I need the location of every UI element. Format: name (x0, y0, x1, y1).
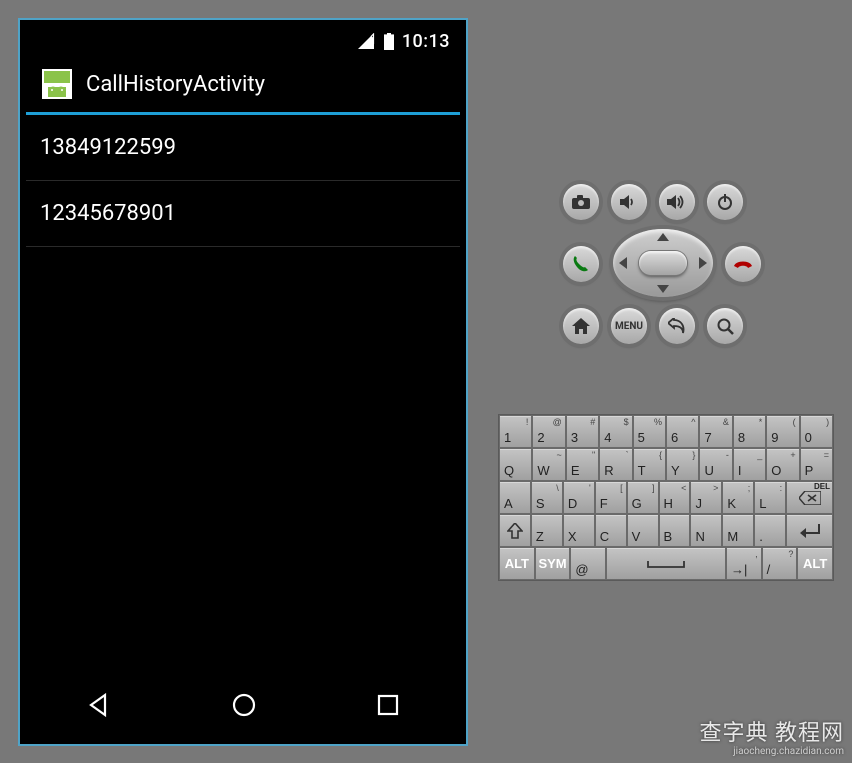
dpad-center[interactable] (639, 251, 687, 275)
power-button[interactable] (707, 184, 743, 220)
camera-button[interactable] (563, 184, 599, 220)
key-h[interactable]: H< (659, 481, 691, 514)
dpad-down[interactable] (657, 285, 669, 293)
dpad-left[interactable] (619, 257, 627, 269)
end-call-button[interactable] (725, 246, 761, 282)
action-bar: CallHistoryActivity (26, 56, 460, 115)
key-r[interactable]: R` (599, 448, 632, 481)
key-n[interactable]: N (690, 514, 722, 547)
key-m[interactable]: M (722, 514, 754, 547)
status-clock: 10:13 (402, 31, 450, 52)
emulator-phone-frame: 10:13 CallHistoryActivity 1384912259 (18, 18, 468, 746)
key-alt-left[interactable]: ALT (499, 547, 535, 580)
key-l[interactable]: L: (754, 481, 786, 514)
key-space[interactable] (606, 547, 726, 580)
key-t[interactable]: T{ (633, 448, 666, 481)
key-2[interactable]: 2@ (532, 415, 565, 448)
key-7[interactable]: 7& (699, 415, 732, 448)
key-alt-right[interactable]: ALT (797, 547, 833, 580)
status-bar: 10:13 (26, 26, 460, 56)
key-y[interactable]: Y} (666, 448, 699, 481)
key-at[interactable]: @ (570, 547, 606, 580)
app-icon (40, 67, 74, 101)
volume-up-button[interactable] (659, 184, 695, 220)
watermark: 查字典 教程网 jiaocheng.chazidian.com (700, 722, 844, 757)
key-c[interactable]: C (595, 514, 627, 547)
key-o[interactable]: O+ (766, 448, 799, 481)
search-button[interactable] (707, 308, 743, 344)
list-item[interactable]: 13849122599 (26, 115, 460, 181)
key-e[interactable]: E" (566, 448, 599, 481)
android-navbar (26, 676, 460, 738)
dpad-up[interactable] (657, 233, 669, 241)
key-period[interactable]: . (754, 514, 786, 547)
volume-down-button[interactable] (611, 184, 647, 220)
key-8[interactable]: 8* (733, 415, 766, 448)
key-p[interactable]: P= (800, 448, 833, 481)
key-g[interactable]: G] (627, 481, 659, 514)
dpad-right[interactable] (699, 257, 707, 269)
menu-button[interactable]: MENU (611, 308, 647, 344)
call-history-list: 13849122599 12345678901 (26, 115, 460, 247)
back-button[interactable] (659, 308, 695, 344)
menu-button-label: MENU (615, 321, 643, 332)
key-f[interactable]: F[ (595, 481, 627, 514)
key-sym[interactable]: SYM (535, 547, 571, 580)
key-enter[interactable] (786, 514, 833, 547)
key-6[interactable]: 6^ (666, 415, 699, 448)
key-b[interactable]: B (659, 514, 691, 547)
nav-home-icon[interactable] (230, 691, 258, 723)
home-button[interactable] (563, 308, 599, 344)
key-x[interactable]: X (563, 514, 595, 547)
page-title: CallHistoryActivity (86, 72, 265, 97)
key-i[interactable]: I_ (733, 448, 766, 481)
key-arrow[interactable]: ,→| (726, 547, 762, 580)
key-d[interactable]: D' (563, 481, 595, 514)
nav-back-icon[interactable] (85, 691, 113, 723)
key-1[interactable]: 1! (499, 415, 532, 448)
emulator-controls: MENU (555, 184, 775, 350)
key-j[interactable]: J> (690, 481, 722, 514)
key-slash[interactable]: /? (762, 547, 798, 580)
key-k[interactable]: K; (722, 481, 754, 514)
nav-recents-icon[interactable] (375, 692, 401, 722)
key-5[interactable]: 5% (633, 415, 666, 448)
phone-screen: 10:13 CallHistoryActivity 1384912259 (26, 26, 460, 738)
key-9[interactable]: 9( (766, 415, 799, 448)
signal-icon (358, 33, 376, 49)
key-v[interactable]: V (627, 514, 659, 547)
key-0[interactable]: 0) (800, 415, 833, 448)
key-z[interactable]: Z (531, 514, 563, 547)
watermark-line2: jiaocheng.chazidian.com (700, 746, 844, 757)
key-q[interactable]: Q (499, 448, 532, 481)
key-s[interactable]: S\ (531, 481, 563, 514)
key-a[interactable]: A (499, 481, 531, 514)
key-4[interactable]: 4$ (599, 415, 632, 448)
dpad (613, 229, 713, 297)
battery-icon (384, 33, 394, 50)
key-w[interactable]: W~ (532, 448, 565, 481)
key-u[interactable]: U- (699, 448, 732, 481)
key-3[interactable]: 3# (566, 415, 599, 448)
key-shift[interactable] (499, 514, 531, 547)
watermark-line1: 查字典 教程网 (700, 722, 844, 746)
emulator-keyboard: 1!2@3#4$5%6^7&8*9(0) QW~E"R`T{Y}U-I_O+P=… (498, 414, 834, 581)
call-button[interactable] (563, 246, 599, 282)
list-item[interactable]: 12345678901 (26, 181, 460, 247)
key-delete[interactable]: DEL (786, 481, 833, 514)
